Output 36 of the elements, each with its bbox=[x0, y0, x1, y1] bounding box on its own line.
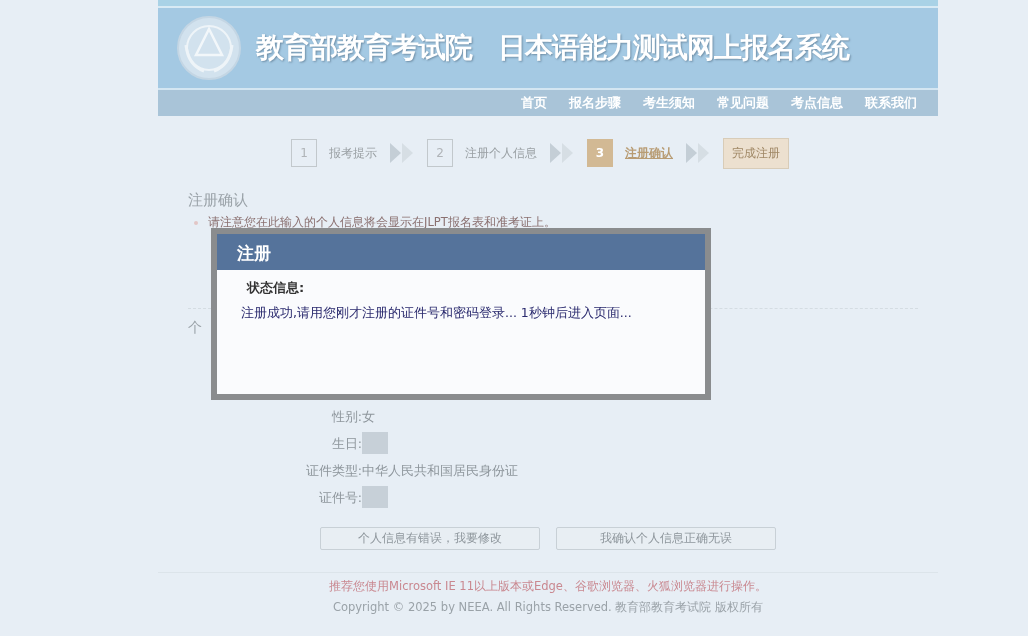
redacted-block bbox=[362, 432, 388, 454]
form-button[interactable]: 我确认个人信息正确无误 bbox=[556, 527, 776, 550]
redacted-block bbox=[362, 486, 388, 508]
field-label: 证件类型: bbox=[304, 462, 362, 480]
copyright-text: Copyright © 2025 by NEEA. All Rights Reserved. 教育部教育考试院 版权所有 bbox=[331, 600, 765, 615]
double-arrow-icon bbox=[549, 142, 575, 164]
browser-note: 推荐您使用Microsoft IE 11以上版本或Edge、谷歌浏览器、火狐浏览器进行操作。 bbox=[328, 579, 768, 594]
step-number: 1 bbox=[291, 139, 317, 167]
field-value: 女 bbox=[362, 408, 376, 426]
section-title: 个 bbox=[188, 319, 203, 337]
section-title: 注册确认 bbox=[188, 191, 249, 210]
nav-link[interactable]: 考点信息 bbox=[780, 94, 854, 112]
status-message: 注册成功,请用您刚才注册的证件号和密码登录... 1秒钟后进入页面... bbox=[241, 305, 633, 322]
nav-link[interactable]: 考生须知 bbox=[632, 94, 706, 112]
field-value: 中华人民共和国居民身份证 bbox=[362, 462, 519, 480]
step-label: 注册确认 bbox=[625, 144, 673, 162]
step-number: 3 bbox=[587, 139, 613, 167]
nav-link[interactable]: 联系我们 bbox=[854, 94, 928, 112]
step-number: 2 bbox=[427, 139, 453, 167]
nav-link[interactable]: 报名步骤 bbox=[558, 94, 632, 112]
field-label: 证件号: bbox=[317, 489, 362, 507]
dialog-title: 注册 bbox=[217, 234, 705, 270]
double-arrow-icon bbox=[685, 142, 711, 164]
step-label: 报考提示 bbox=[329, 144, 377, 162]
field-label: 性别: bbox=[330, 408, 362, 426]
header-title: 教育部教育考试院 bbox=[256, 30, 472, 66]
form-button[interactable]: 个人信息有错误，我要修改 bbox=[320, 527, 540, 550]
double-arrow-icon bbox=[389, 142, 415, 164]
bullet-icon bbox=[194, 220, 198, 225]
status-label: 状态信息: bbox=[245, 279, 306, 297]
finish-step: 完成注册 bbox=[723, 137, 789, 169]
field-label: 生日: bbox=[330, 435, 362, 453]
system-title: 日本语能力测试网上报名系统 bbox=[498, 30, 849, 66]
nav-link[interactable]: 常见问题 bbox=[706, 94, 780, 112]
nav-link[interactable]: 首页 bbox=[510, 94, 558, 112]
step-label: 注册个人信息 bbox=[465, 144, 537, 162]
